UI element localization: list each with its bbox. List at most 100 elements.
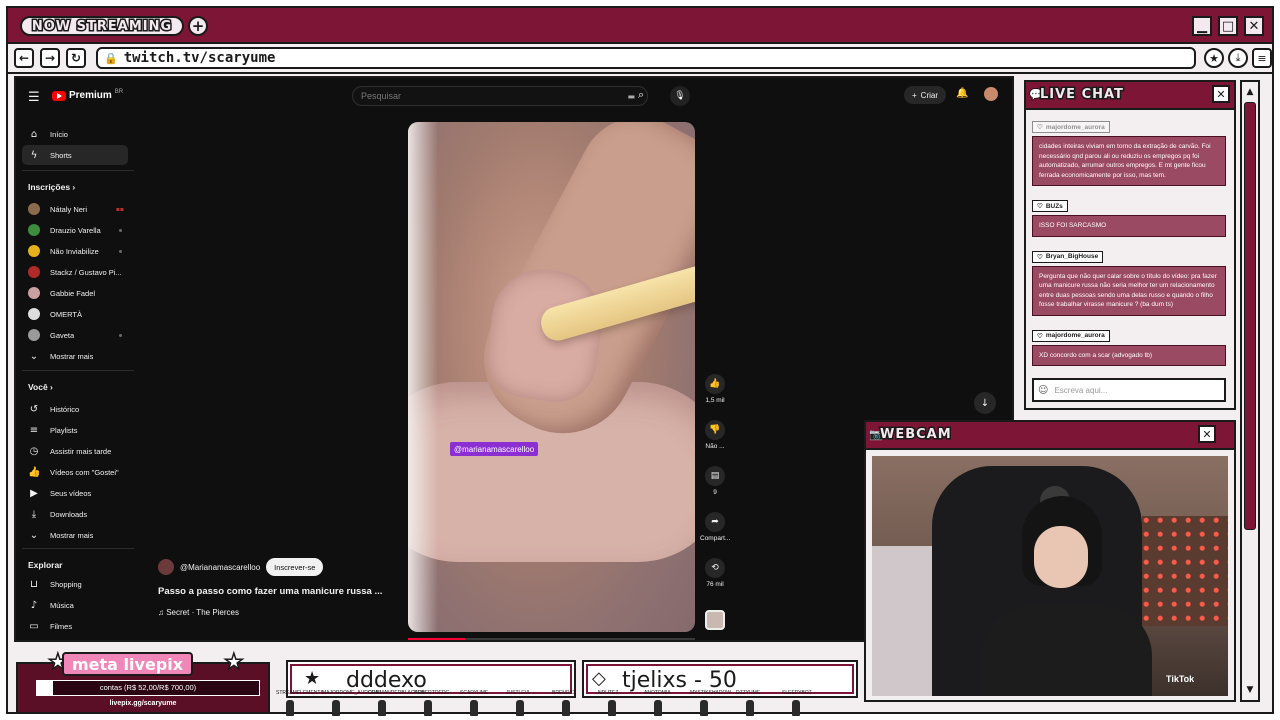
viewer-sprite — [516, 700, 524, 716]
address-bar[interactable]: 🔒 twitch.tv/scaryume — [96, 47, 1196, 69]
share-button[interactable]: ➦ Compart... — [700, 512, 730, 542]
you-heading[interactable]: Você › — [28, 382, 53, 392]
sidebar: ⌂ Início ϟ Shorts Inscrições › Nátaly Ne… — [16, 118, 138, 640]
goal-progress-bar: contas (R$ 52,00/R$ 700,00) — [36, 680, 260, 696]
chat-input[interactable]: ☺ Escreva aqui... — [1032, 378, 1226, 402]
sidebar-item-films[interactable]: ▭ Filmes — [22, 616, 128, 636]
channel-avatar — [28, 329, 40, 341]
sidebar-item-shorts[interactable]: ϟ Shorts — [22, 145, 128, 165]
sidebar-item-music[interactable]: ♪ Música — [22, 595, 128, 615]
sidebar-sub-1[interactable]: Nátaly Neri ▪▪ — [22, 199, 128, 219]
viewer-sprite — [608, 700, 616, 716]
playlists-icon: ≡ — [29, 424, 39, 436]
next-short-button[interactable]: ↓ — [974, 392, 996, 414]
channel-avatar[interactable] — [158, 559, 174, 575]
channel-avatar — [28, 245, 40, 257]
dislike-icon: 👎 — [705, 420, 725, 440]
sidebar-sub-4[interactable]: Stackz / Gustavo Pi... — [22, 262, 128, 282]
new-tab-button[interactable]: + — [188, 16, 208, 36]
sidebar-sub-6[interactable]: OMERTÀ — [22, 304, 128, 324]
title-bar: NOW STREAMING + ▁ □ ✕ — [8, 8, 1272, 44]
chat-username[interactable]: ♡ majordome_aurora — [1032, 121, 1110, 133]
film-icon: ▭ — [29, 620, 39, 632]
youtube-logo[interactable]: Premium BR — [52, 89, 123, 101]
sidebar-sub-3[interactable]: Não Inviabilize — [22, 241, 128, 261]
back-button[interactable]: ← — [14, 48, 34, 68]
badge-icon: ♡ — [1037, 203, 1043, 210]
search-input[interactable]: Pesquisar ▬ — [352, 86, 648, 106]
channel-name[interactable]: @Marianamascarelloo — [180, 563, 260, 572]
goal-title: meta livepix — [62, 652, 194, 676]
create-button[interactable]: + Criar — [904, 86, 947, 104]
video-title[interactable]: Passo a passo como fazer uma manicure ru… — [158, 586, 382, 597]
sidebar-show-more-you[interactable]: ⌄ Mostrar mais — [22, 525, 128, 545]
sidebar-item-downloads[interactable]: ⤓ Downloads — [22, 504, 128, 524]
viewer-sprite — [654, 700, 662, 716]
minimize-button[interactable]: ▁ — [1192, 16, 1212, 36]
video-progress[interactable] — [408, 638, 695, 640]
bag-icon: ⊔ — [30, 578, 38, 590]
maximize-button[interactable]: □ — [1218, 16, 1238, 36]
scrollbar-thumb[interactable] — [1244, 102, 1256, 530]
sidebar-sub-2[interactable]: Drauzio Varella — [22, 220, 128, 240]
sidebar-item-shopping[interactable]: ⊔ Shopping — [22, 574, 128, 594]
page-scrollbar[interactable]: ▲ ▼ — [1240, 80, 1260, 702]
music-credit[interactable]: ♫ Secret · The Pierces — [158, 608, 239, 617]
subscriptions-heading[interactable]: Inscrições › — [28, 182, 75, 192]
tiktok-watermark: TikTok — [1166, 674, 1195, 684]
menu-icon[interactable]: ≡ — [1252, 48, 1272, 68]
menu-icon[interactable]: ☰ — [28, 90, 40, 105]
forward-button[interactable]: → — [40, 48, 60, 68]
chat-username[interactable]: ♡ majordome_aurora — [1032, 329, 1110, 342]
emoji-icon[interactable]: ☺ — [1038, 385, 1048, 396]
sidebar-show-more-subs[interactable]: ⌄ Mostrar mais — [22, 346, 128, 366]
scroll-up-icon[interactable]: ▲ — [1242, 84, 1258, 100]
lock-icon: 🔒 — [104, 51, 118, 65]
sidebar-sub-7[interactable]: Gaveta — [22, 325, 128, 345]
viewer-sprite — [562, 700, 570, 716]
channel-avatar — [28, 287, 40, 299]
badge-icon: ♡ — [1037, 124, 1043, 131]
bell-icon[interactable]: 🔔 — [956, 88, 968, 99]
sidebar-item-history[interactable]: ↺ Histórico — [22, 399, 128, 419]
avatar[interactable] — [984, 87, 998, 101]
close-window-button[interactable]: ✕ — [1244, 16, 1264, 36]
remix-button[interactable]: ⟲ 76 mil — [700, 558, 730, 588]
mic-icon[interactable]: 🎙 — [670, 86, 690, 106]
star-icon[interactable]: ★ — [1204, 48, 1224, 68]
search-icon[interactable]: ⌕ — [638, 88, 644, 102]
chat-message: cidades inteiras viviam em torno da extr… — [1032, 136, 1226, 186]
window-title: NOW STREAMING — [20, 16, 184, 36]
like-button[interactable]: 👍 1,5 mil — [700, 374, 730, 404]
sidebar-sub-5[interactable]: Gabbie Fadel — [22, 283, 128, 303]
chat-username[interactable]: ♡ Bryan_BigHouse — [1032, 250, 1104, 263]
sidebar-item-home[interactable]: ⌂ Início — [22, 124, 128, 144]
sidebar-item-your-videos[interactable]: ▶ Seus vídeos — [22, 483, 128, 503]
viewer-sprites: STREAMELEMENTS MAJORDOME_AURORA COMMANDERB… — [276, 690, 836, 716]
reload-button[interactable]: ↻ — [66, 48, 86, 68]
sidebar-item-playlists[interactable]: ≡ Playlists — [22, 420, 128, 440]
keyboard-icon[interactable]: ▬ — [627, 92, 635, 101]
channel-avatar — [28, 266, 40, 278]
download-icon[interactable]: ⤓ — [1228, 48, 1248, 68]
viewer-name: NDUTEZ — [598, 690, 619, 696]
channel-avatar — [28, 224, 40, 236]
viewer-sprite — [286, 700, 294, 716]
sound-thumbnail[interactable] — [705, 610, 725, 630]
chat-message: Pergunta que não quer calar sobre o títu… — [1032, 265, 1226, 316]
close-webcam-button[interactable]: ✕ — [1198, 425, 1216, 443]
close-chat-button[interactable]: ✕ — [1212, 85, 1230, 103]
address-row: ← → ↻ 🔒 twitch.tv/scaryume ★ ⤓ ≡ — [8, 44, 1272, 74]
dislike-button[interactable]: 👎 Não ... — [700, 420, 730, 450]
viewer-sprite — [746, 700, 754, 716]
subscribe-button[interactable]: Inscrever-se — [266, 558, 324, 576]
live-icon: ▪▪ — [115, 205, 124, 213]
chat-message: ISSO FOI SARCASMO — [1032, 215, 1226, 237]
sidebar-item-watch-later[interactable]: ◷ Assistir mais tarde — [22, 441, 128, 461]
sidebar-item-liked[interactable]: 👍 Vídeos com "Gostei" — [22, 462, 128, 482]
short-video[interactable]: @marianamascarelloo — [408, 122, 695, 632]
viewer-sprite — [792, 700, 800, 716]
scroll-down-icon[interactable]: ▼ — [1242, 682, 1258, 698]
comment-button[interactable]: ▤ 9 — [700, 466, 730, 496]
chat-username[interactable]: ♡ BUZs — [1032, 200, 1068, 212]
